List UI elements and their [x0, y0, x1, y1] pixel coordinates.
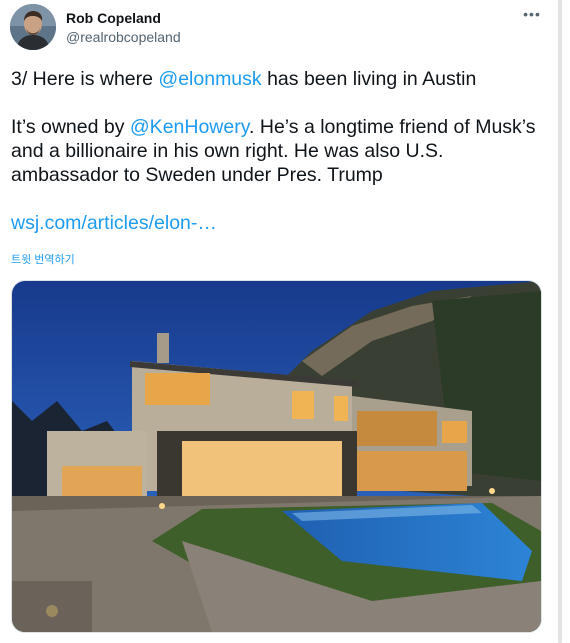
article-link[interactable]: wsj.com/articles/elon-… [11, 212, 217, 234]
avatar[interactable] [10, 4, 56, 50]
avatar-image [10, 4, 56, 50]
tweet-paragraph-2: It’s owned by @KenHowery. He’s a longtim… [11, 115, 541, 187]
mention-kenhowery[interactable]: @KenHowery [130, 116, 249, 138]
tweet-text: 3/ Here is where @elonmusk has been livi… [11, 67, 541, 235]
tweet-photo[interactable] [11, 280, 542, 633]
scrollbar-thumb[interactable] [558, 0, 562, 643]
tweet: Rob Copeland @realrobcopeland ••• 3/ Her… [0, 0, 556, 643]
more-horizontal-icon[interactable]: ••• [522, 4, 542, 24]
author-name[interactable]: Rob Copeland [66, 10, 161, 26]
text-segment: It’s owned by [11, 116, 130, 138]
translate-tweet-link[interactable]: 트윗 번역하기 [11, 251, 75, 267]
text-segment: has been living in Austin [261, 68, 477, 90]
text-segment: 3/ Here is where [11, 68, 159, 90]
tweet-line-1: 3/ Here is where @elonmusk has been livi… [11, 67, 541, 91]
mention-elonmusk[interactable]: @elonmusk [158, 68, 261, 90]
author-handle[interactable]: @realrobcopeland [66, 29, 181, 45]
house-photo [12, 281, 541, 632]
